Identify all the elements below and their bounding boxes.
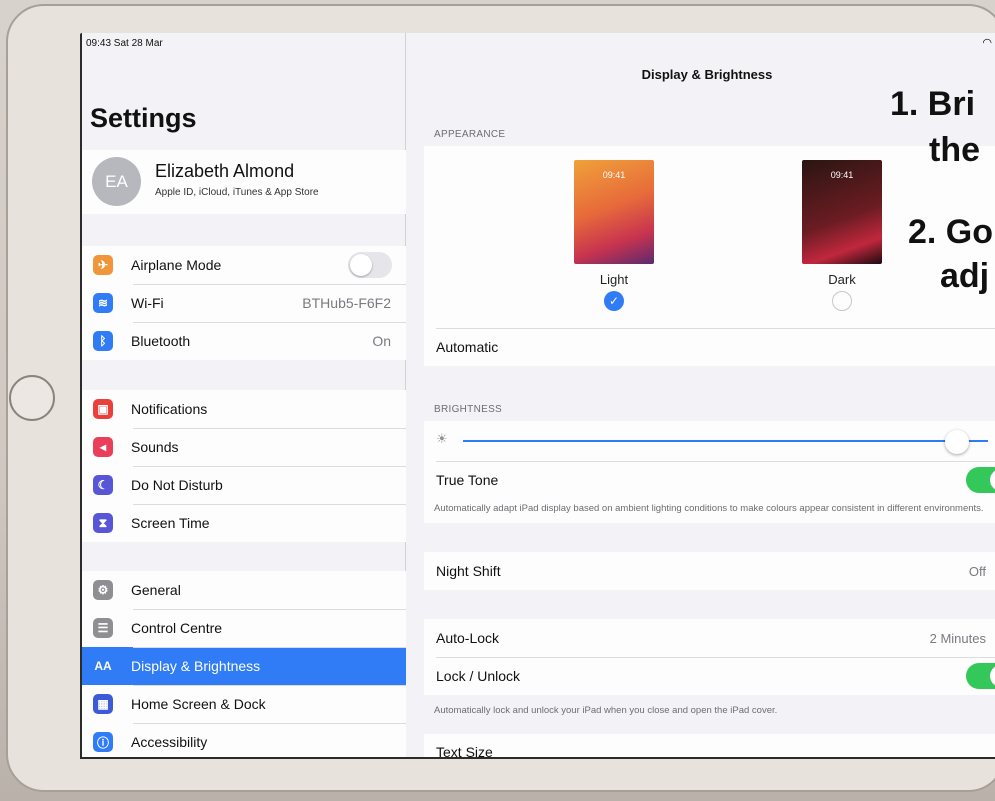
true-tone-label: True Tone bbox=[436, 472, 499, 488]
sidebar-item-bluetooth[interactable]: ᛒ Bluetooth On bbox=[82, 322, 406, 360]
text-size-row[interactable]: Text Size bbox=[424, 734, 995, 759]
sidebar-item-airplane-mode[interactable]: ✈ Airplane Mode bbox=[82, 246, 406, 284]
sidebar-item-label: Notifications bbox=[131, 401, 208, 417]
appearance-card: 09:41 Light ✓ 09:41 Dark Automatic bbox=[424, 146, 995, 366]
sidebar-item-label: Sounds bbox=[131, 439, 179, 455]
connectivity-group: ✈ Airplane Mode ≋ Wi-Fi BTHub5-F6F2 ᛒ Bluetoot… bbox=[82, 246, 406, 360]
sidebar-item-wi-fi[interactable]: ≋ Wi-Fi BTHub5-F6F2 bbox=[82, 284, 406, 322]
sidebar-item-label: Wi-Fi bbox=[131, 295, 164, 311]
dark-label: Dark bbox=[828, 272, 856, 287]
sidebar-item-control-centre[interactable]: ☰ Control Centre bbox=[82, 609, 406, 647]
true-tone-toggle[interactable] bbox=[966, 467, 995, 493]
avatar: EA bbox=[92, 157, 141, 206]
sidebar-item-home-screen-dock[interactable]: ▦ Home Screen & Dock bbox=[82, 685, 406, 723]
checkmark-icon[interactable]: ✓ bbox=[604, 291, 624, 311]
light-mode-option[interactable]: 09:41 Light ✓ bbox=[574, 160, 654, 311]
night-shift-label: Night Shift bbox=[436, 563, 501, 579]
gear-icon: ⚙ bbox=[93, 580, 113, 600]
wifi-icon: ◠ bbox=[982, 37, 992, 49]
accessibility-icon: ⓘ bbox=[93, 732, 113, 752]
profile-subtitle: Apple ID, iCloud, iTunes & App Store bbox=[155, 187, 319, 198]
sidebar-item-display-brightness[interactable]: AA Display & Brightness bbox=[82, 647, 406, 685]
light-label: Light bbox=[599, 272, 629, 287]
sidebar-item-label: Display & Brightness bbox=[131, 658, 261, 674]
overlay-step-2-cont: adj bbox=[940, 257, 990, 295]
system-group: ⚙ General ☰ Control Centre AA Display & Brigh… bbox=[82, 571, 406, 757]
appearance-header: APPEARANCE bbox=[434, 129, 506, 140]
settings-sidebar: 09:43 Sat 28 Mar Settings EA Elizabeth A… bbox=[82, 33, 406, 757]
airplane-icon: ✈ bbox=[93, 255, 113, 275]
brightness-header: BRIGHTNESS bbox=[434, 404, 503, 415]
auto-lock-row[interactable]: Auto-Lock 2 Minutes bbox=[424, 619, 995, 657]
sidebar-item-do-not-disturb[interactable]: ☾ Do Not Disturb bbox=[82, 466, 406, 504]
text-size-icon: AA bbox=[93, 656, 113, 676]
text-size-card: Text Size bbox=[424, 734, 995, 759]
true-tone-note: Automatically adapt iPad display based o… bbox=[434, 503, 984, 514]
slider-track bbox=[463, 440, 988, 442]
slider-thumb[interactable] bbox=[944, 430, 969, 454]
profile-row[interactable]: EA Elizabeth Almond Apple ID, iCloud, iT… bbox=[82, 150, 406, 214]
home-button[interactable] bbox=[9, 375, 55, 421]
sidebar-item-label: General bbox=[131, 582, 181, 598]
lock-card: Auto-Lock 2 Minutes Lock / Unlock bbox=[424, 619, 995, 695]
sidebar-item-label: Control Centre bbox=[131, 620, 223, 636]
sidebar-title: Settings bbox=[90, 103, 197, 133]
sidebar-item-screen-time[interactable]: ⧗ Screen Time bbox=[82, 504, 406, 542]
sidebar-item-label: Airplane Mode bbox=[131, 257, 222, 273]
screen: 09:43 Sat 28 Mar Settings EA Elizabeth A… bbox=[80, 33, 995, 759]
lock-unlock-row: Lock / Unlock bbox=[424, 657, 995, 695]
overlay-step-1: 1. Bri bbox=[890, 85, 976, 123]
sidebar-item-label: Screen Time bbox=[131, 515, 210, 531]
dark-preview-time: 09:41 bbox=[830, 170, 854, 180]
sidebar-item-value: On bbox=[372, 333, 391, 349]
overlay-step-2: 2. Go bbox=[908, 213, 994, 251]
lock-note: Automatically lock and unlock your iPad … bbox=[434, 705, 778, 716]
grid-icon: ▦ bbox=[93, 694, 113, 714]
sidebar-item-label: Home Screen & Dock bbox=[131, 696, 266, 712]
status-bar: 09:43 Sat 28 Mar bbox=[82, 33, 405, 53]
speaker-icon: ◂ bbox=[93, 437, 113, 457]
sidebar-item-value: BTHub5-F6F2 bbox=[302, 295, 391, 311]
switches-icon: ☰ bbox=[93, 618, 113, 638]
nav-title: Display & Brightness bbox=[641, 67, 773, 82]
hourglass-icon: ⧗ bbox=[93, 513, 113, 533]
sidebar-item-label: Do Not Disturb bbox=[131, 477, 223, 493]
profile-name: Elizabeth Almond bbox=[155, 161, 295, 181]
detail-pane: ◠ Display & Brightness APPEARANCE 09:41 … bbox=[407, 33, 995, 757]
moon-icon: ☾ bbox=[93, 475, 113, 495]
automatic-row[interactable]: Automatic bbox=[424, 328, 995, 366]
sidebar-item-sounds[interactable]: ◂ Sounds bbox=[82, 428, 406, 466]
auto-lock-label: Auto-Lock bbox=[436, 630, 500, 646]
lock-unlock-toggle[interactable] bbox=[966, 663, 995, 689]
lock-unlock-label: Lock / Unlock bbox=[436, 668, 521, 684]
light-mode-preview: 09:41 bbox=[574, 160, 654, 264]
night-shift-card: Night Shift Off bbox=[424, 552, 995, 590]
dark-mode-preview: 09:41 bbox=[802, 160, 882, 264]
overlay-step-1-cont: the bbox=[929, 131, 980, 169]
true-tone-row: True Tone bbox=[424, 461, 995, 499]
sidebar-item-label: Bluetooth bbox=[131, 333, 191, 349]
status-time: 09:43 Sat 28 Mar bbox=[86, 38, 163, 49]
sidebar-item-label: Accessibility bbox=[131, 734, 208, 750]
bluetooth-icon: ᛒ bbox=[93, 331, 113, 351]
night-shift-row[interactable]: Night Shift Off bbox=[424, 552, 995, 590]
auto-lock-value: 2 Minutes bbox=[929, 630, 986, 646]
notifications-group: ▣ Notifications ◂ Sounds ☾ Do Not Disturb ⧗ Scr… bbox=[82, 390, 406, 542]
sun-icon: ☀ bbox=[436, 431, 448, 446]
night-shift-value: Off bbox=[968, 563, 986, 579]
automatic-label: Automatic bbox=[436, 339, 499, 355]
light-preview-time: 09:41 bbox=[602, 170, 626, 180]
ipad-device: 09:43 Sat 28 Mar Settings EA Elizabeth A… bbox=[0, 0, 995, 801]
sidebar-item-notifications[interactable]: ▣ Notifications bbox=[82, 390, 406, 428]
dark-mode-option[interactable]: 09:41 Dark bbox=[802, 160, 882, 311]
airplane-mode-toggle[interactable] bbox=[348, 252, 392, 278]
text-size-label: Text Size bbox=[436, 744, 493, 759]
dark-radio[interactable] bbox=[832, 291, 852, 311]
sidebar-item-accessibility[interactable]: ⓘ Accessibility bbox=[82, 723, 406, 757]
wifi-icon: ≋ bbox=[93, 293, 113, 313]
notifications-icon: ▣ bbox=[93, 399, 113, 419]
sidebar-item-general[interactable]: ⚙ General bbox=[82, 571, 406, 609]
brightness-slider[interactable]: ☀ bbox=[424, 421, 995, 461]
